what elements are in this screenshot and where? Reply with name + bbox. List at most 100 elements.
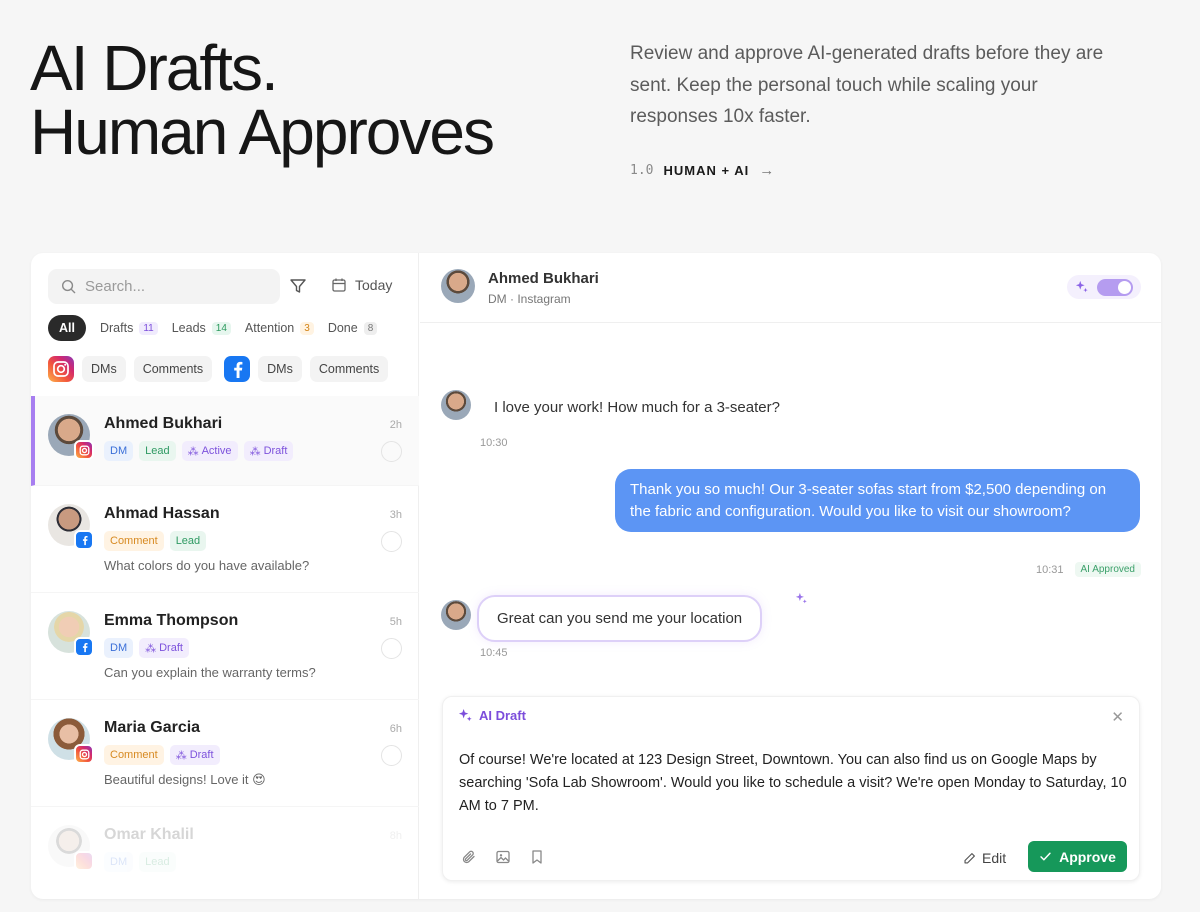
conversation-preview: Can you explain the warranty terms?	[104, 665, 316, 680]
instagram-badge-icon	[74, 440, 94, 460]
conversation-name: Maria Garcia	[104, 719, 201, 736]
conversation-name: Ahmad Hassan	[104, 505, 220, 522]
message-time: 10:30	[480, 437, 508, 449]
ai-approved-badge: AI Approved	[1074, 562, 1141, 577]
date-filter-label: Today	[355, 277, 393, 293]
image-icon[interactable]	[495, 849, 511, 865]
conversation-time: 6h	[389, 723, 402, 735]
conversation-tags: DM ⁂ Draft	[104, 638, 189, 658]
conversation-time: 8h	[389, 830, 402, 842]
sparkle-icon	[1075, 280, 1088, 293]
incoming-message: I love your work! How much for a 3-seate…	[480, 394, 794, 421]
sparkle-icon	[458, 708, 472, 722]
message-time: 10:45	[480, 647, 508, 659]
search-icon	[61, 279, 76, 294]
search-input[interactable]: Search...	[48, 269, 280, 304]
facebook-icon[interactable]	[224, 356, 251, 382]
tab-count: 3	[300, 321, 314, 335]
conversation-preview: Beautiful designs! Love it 😍	[104, 772, 266, 787]
ai-draft-header: AI Draft	[458, 708, 526, 723]
incoming-message: Great can you send me your location	[477, 595, 763, 642]
message-time: 10:31	[1036, 564, 1064, 576]
tag-dm: DM	[104, 441, 134, 461]
sparkle-icon: ⁂	[145, 642, 157, 655]
sparkle-icon: ⁂	[175, 749, 187, 762]
conversation-item[interactable]: Ahmed Bukhari 2h DM Lead ⁂ Active ⁂ Draft	[31, 396, 419, 486]
filter-icon[interactable]	[289, 277, 307, 295]
conversation-item[interactable]: Ahmad Hassan 3h Comment Lead What colors…	[31, 486, 419, 593]
tag-comment: Comment	[104, 745, 164, 765]
hero-tag-link[interactable]: 1.0 HUMAN + AI →	[630, 162, 774, 179]
conversation-tags: DM Lead ⁂ Active ⁂ Draft	[104, 441, 294, 461]
date-filter-button[interactable]: Today	[331, 277, 392, 293]
hero-tag-number: 1.0	[630, 163, 654, 178]
paperclip-icon[interactable]	[461, 849, 477, 865]
facebook-dms-filter[interactable]: DMs	[258, 356, 302, 382]
conversation-item[interactable]: Maria Garcia 6h Comment ⁂ Draft Beautiful…	[31, 700, 419, 807]
tag-draft: ⁂ Draft	[169, 745, 220, 765]
select-checkbox[interactable]	[381, 745, 402, 766]
tag-draft-label: Draft	[189, 749, 214, 761]
instagram-icon[interactable]	[48, 356, 74, 382]
conversation-time: 5h	[389, 616, 402, 628]
contact-name: Ahmed Bukhari	[488, 270, 599, 287]
ai-mode-toggle[interactable]	[1067, 275, 1141, 299]
conversation-tags: DM Lead	[104, 852, 176, 872]
select-checkbox[interactable]	[381, 638, 402, 659]
toggle-switch[interactable]	[1097, 279, 1133, 296]
tab-done[interactable]: Done 8	[328, 315, 378, 341]
tag-comment: Comment	[104, 531, 164, 551]
sparkle-icon	[795, 592, 807, 604]
conversation-tags: Comment ⁂ Draft	[104, 745, 220, 765]
bookmark-icon[interactable]	[529, 849, 545, 865]
tab-label: All	[59, 321, 75, 335]
outgoing-message: Thank you so much! Our 3-seater sofas st…	[615, 469, 1140, 532]
select-checkbox[interactable]	[381, 531, 402, 552]
tab-drafts[interactable]: Drafts 11	[100, 315, 158, 341]
tag-active: ⁂ Active	[181, 441, 238, 461]
facebook-badge-icon	[74, 637, 94, 657]
tab-count: 11	[139, 321, 158, 335]
approve-button[interactable]: Approve	[1028, 841, 1127, 872]
platform-filters: DMs Comments DMs Comments	[48, 356, 389, 382]
tag-draft: ⁂ Draft	[243, 441, 294, 461]
edit-button[interactable]: Edit	[963, 844, 1006, 872]
tab-count: 14	[211, 321, 231, 335]
chat-header: Ahmed Bukhari DM · Instagram	[420, 253, 1161, 323]
ai-draft-panel: AI Draft ✕ Of course! We're located at 1…	[442, 696, 1140, 881]
tag-draft-label: Draft	[263, 445, 288, 457]
tab-label: Leads	[171, 321, 206, 335]
tag-dm: DM	[104, 852, 134, 872]
tag-draft-label: Draft	[159, 642, 183, 654]
edit-label: Edit	[982, 850, 1007, 866]
tab-count: 8	[363, 321, 378, 335]
contact-avatar	[441, 600, 471, 630]
conversation-name: Omar Khalil	[104, 826, 194, 843]
conversation-item[interactable]: Omar Khalil 8h DM Lead	[31, 807, 419, 899]
ai-draft-text[interactable]: Of course! We're located at 123 Design S…	[459, 749, 1129, 818]
conversation-item[interactable]: Emma Thompson 5h DM ⁂ Draft Can you expla…	[31, 593, 419, 700]
conversation-preview: What colors do you have available?	[104, 558, 310, 573]
tab-leads[interactable]: Leads 14	[172, 315, 231, 341]
calendar-icon	[332, 278, 346, 292]
conversation-time: 3h	[389, 509, 402, 521]
conversation-list: Ahmed Bukhari 2h DM Lead ⁂ Active ⁂ Draft …	[31, 396, 419, 899]
inbox-sidebar: Search... Today All Drafts 11 Leads 14 Att…	[31, 253, 419, 899]
hero-title: AI Drafts. Human Approves	[30, 32, 495, 164]
conversation-tags: Comment Lead	[104, 531, 207, 551]
instagram-badge-icon	[74, 744, 94, 764]
approve-label: Approve	[1059, 848, 1116, 865]
draft-toolbar	[461, 849, 545, 865]
tab-attention[interactable]: Attention 3	[245, 315, 314, 341]
select-checkbox[interactable]	[381, 441, 402, 462]
hero-title-line-1: AI Drafts.	[30, 32, 279, 104]
instagram-comments-filter[interactable]: Comments	[133, 356, 213, 382]
tag-draft: ⁂ Draft	[139, 638, 189, 658]
facebook-comments-filter[interactable]: Comments	[309, 356, 389, 382]
close-icon[interactable]: ✕	[1111, 708, 1124, 726]
conversation-name: Ahmed Bukhari	[104, 415, 223, 432]
tag-lead: Lead	[139, 852, 176, 872]
instagram-dms-filter[interactable]: DMs	[82, 356, 126, 382]
tab-all[interactable]: All	[48, 315, 86, 341]
conversation-name: Emma Thompson	[104, 612, 239, 629]
